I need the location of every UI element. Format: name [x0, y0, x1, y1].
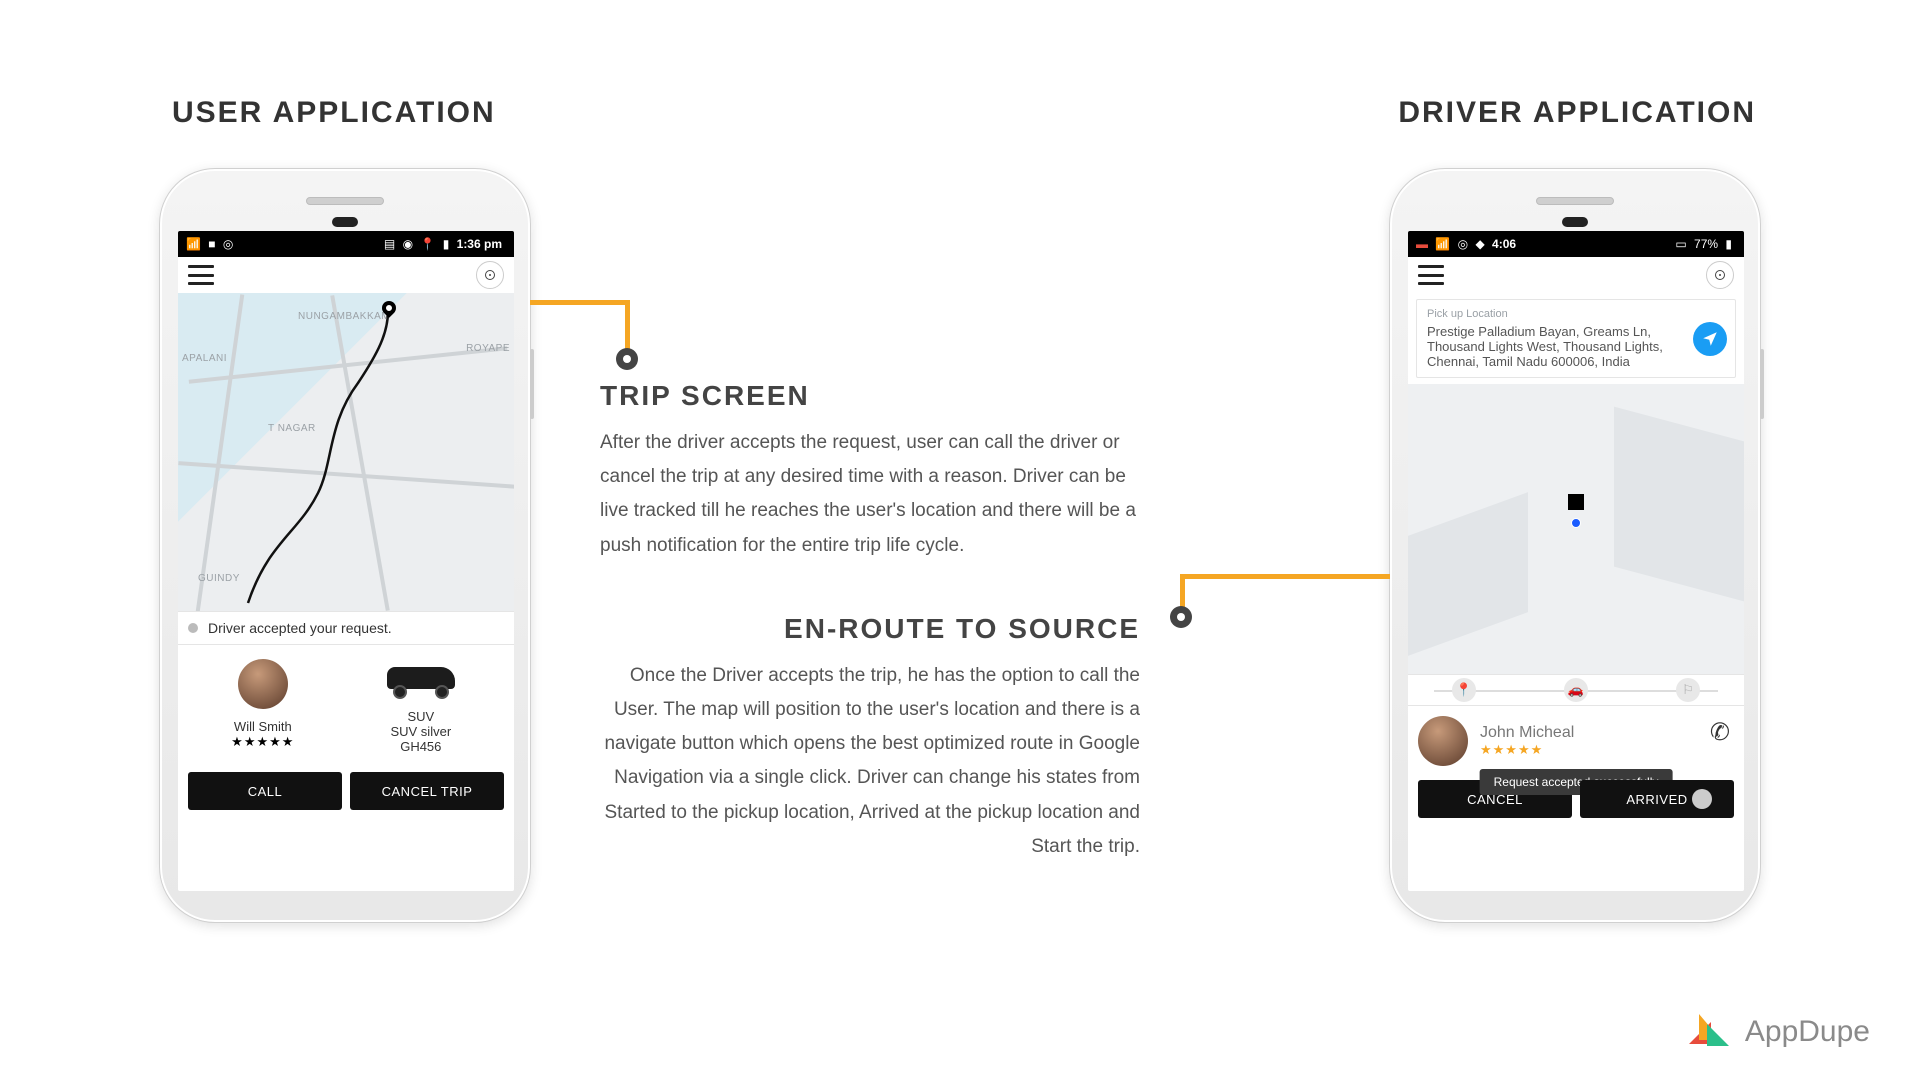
center-column: TRIP SCREEN After the driver accepts the…: [600, 380, 1140, 864]
user-statusbar: 📶 ■ ◎ ▤ ◉ 📍 ▮ 1:36 pm: [178, 231, 514, 257]
cancel-trip-button[interactable]: CANCEL TRIP: [350, 772, 504, 810]
crosshair-icon: [483, 268, 497, 282]
arrived-button[interactable]: ARRIVED: [1580, 780, 1734, 818]
driver-map[interactable]: [1408, 384, 1744, 674]
enroute-body: Once the Driver accepts the trip, he has…: [600, 659, 1140, 864]
rider-rating: ★★★★★: [1480, 742, 1574, 758]
request-status-banner: Driver accepted your request.: [178, 611, 514, 645]
locate-button[interactable]: [1706, 261, 1734, 289]
signal-icon: 📶: [1435, 237, 1450, 251]
vehicle-type: SUV: [407, 709, 434, 724]
pickup-pin-icon: [1568, 494, 1584, 510]
battery-icon: ▮: [1725, 237, 1732, 251]
trip-heading: TRIP SCREEN: [600, 380, 1140, 412]
volte-icon: ▭: [1675, 237, 1686, 251]
enroute-heading: EN-ROUTE TO SOURCE: [600, 613, 1140, 645]
pickup-card: Pick up Location Prestige Palladium Baya…: [1416, 299, 1736, 378]
phone-speaker: [1536, 197, 1614, 205]
step-pickup-icon: 📍: [1452, 678, 1476, 702]
status-dot-icon: [188, 623, 198, 633]
statusbar-right-icons: ▤ ◉ 📍 ▮ 1:36 pm: [384, 237, 506, 252]
orb-icon: ◎: [223, 237, 233, 251]
driver-rating: ★★★★★: [231, 734, 294, 750]
crosshair-icon: [1713, 268, 1727, 282]
location-icon: 📍: [420, 237, 435, 251]
trip-progress-steps: 📍 🚗 ⚐: [1408, 674, 1744, 706]
phone-side-button: [1760, 349, 1764, 419]
brand-logo: AppDupe: [1689, 1014, 1870, 1050]
diamond-icon: ◆: [1475, 237, 1484, 251]
driver-name: Will Smith: [234, 719, 292, 734]
driver-avatar: [238, 659, 288, 709]
status-time: 4:06: [1492, 237, 1516, 251]
vehicle-plate: GH456: [400, 739, 441, 754]
pickup-label: Pick up Location: [1427, 308, 1725, 320]
user-phone-frame: 📶 ■ ◎ ▤ ◉ 📍 ▮ 1:36 pm NUNGAMBAKKAM APALA…: [159, 168, 531, 923]
navigate-button[interactable]: [1693, 322, 1727, 356]
video-icon: ■: [208, 237, 215, 251]
vehicle-image: [381, 659, 461, 699]
vehicle-column: SUV SUV silver GH456: [381, 659, 461, 754]
driver-topbar: [1408, 257, 1744, 293]
user-map[interactable]: NUNGAMBAKKAM APALANI T NAGAR GUINDY ROYA…: [178, 293, 514, 611]
battery-pct: 77%: [1694, 237, 1718, 251]
slide-knob-icon: [1692, 789, 1712, 809]
rider-avatar: [1418, 716, 1468, 766]
phone-camera: [1562, 217, 1588, 227]
arrived-label: ARRIVED: [1626, 792, 1687, 807]
signal-icon: 📶: [186, 237, 201, 251]
pointer-enroute: [1140, 574, 1390, 634]
enroute-block: EN-ROUTE TO SOURCE Once the Driver accep…: [600, 613, 1140, 864]
vehicle-desc: SUV silver: [390, 724, 451, 739]
driver-app-title: DRIVER APPLICATION: [1398, 96, 1756, 130]
driver-screen: ▬ 📶 ◎ ◆ 4:06 ▭ 77% ▮ Pick up Location Pr…: [1408, 231, 1744, 891]
statusbar-left-icons: ▬ 📶 ◎ ◆ 4:06: [1416, 237, 1520, 252]
rider-info-row: John Micheal ★★★★★ ✆: [1408, 706, 1744, 772]
brand-mark-icon: [1689, 1014, 1733, 1050]
locate-button[interactable]: [476, 261, 504, 289]
user-app-title: USER APPLICATION: [172, 96, 496, 130]
call-button[interactable]: CALL: [188, 772, 342, 810]
network-icon: ▤: [384, 237, 395, 251]
action-row: CALL CANCEL TRIP: [178, 764, 514, 820]
notice-text: Driver accepted your request.: [208, 620, 392, 636]
driver-info-card: Will Smith ★★★★★ SUV SUV silver GH456: [178, 645, 514, 764]
call-rider-button[interactable]: ✆: [1710, 718, 1730, 747]
menu-icon[interactable]: [188, 265, 214, 285]
battery-icon: ▮: [443, 237, 450, 251]
statusbar-right-icons: ▭ 77% ▮: [1675, 237, 1736, 252]
step-flag-icon: ⚐: [1676, 678, 1700, 702]
navigate-icon: [1701, 330, 1719, 348]
rider-name: John Micheal: [1480, 724, 1574, 742]
phone-speaker: [306, 197, 384, 205]
trip-screen-block: TRIP SCREEN After the driver accepts the…: [600, 380, 1140, 563]
pickup-address: Prestige Palladium Bayan, Greams Ln, Tho…: [1427, 324, 1725, 369]
wifi-icon: ◉: [403, 237, 413, 251]
orb-icon: ◎: [1458, 237, 1468, 251]
menu-icon[interactable]: [1418, 265, 1444, 285]
phone-camera: [332, 217, 358, 227]
user-screen: 📶 ■ ◎ ▤ ◉ 📍 ▮ 1:36 pm NUNGAMBAKKAM APALA…: [178, 231, 514, 891]
pointer-trip: [530, 300, 680, 380]
statusbar-left-icons: 📶 ■ ◎: [186, 237, 237, 252]
current-location-icon: [1571, 518, 1581, 528]
trip-body: After the driver accepts the request, us…: [600, 426, 1140, 563]
carrier-icon: ▬: [1416, 237, 1428, 251]
brand-name: AppDupe: [1745, 1015, 1870, 1049]
user-topbar: [178, 257, 514, 293]
step-car-icon: 🚗: [1564, 678, 1588, 702]
status-time: 1:36 pm: [457, 237, 502, 251]
driver-column: Will Smith ★★★★★: [231, 659, 294, 754]
driver-phone-frame: ▬ 📶 ◎ ◆ 4:06 ▭ 77% ▮ Pick up Location Pr…: [1389, 168, 1761, 923]
driver-statusbar: ▬ 📶 ◎ ◆ 4:06 ▭ 77% ▮: [1408, 231, 1744, 257]
